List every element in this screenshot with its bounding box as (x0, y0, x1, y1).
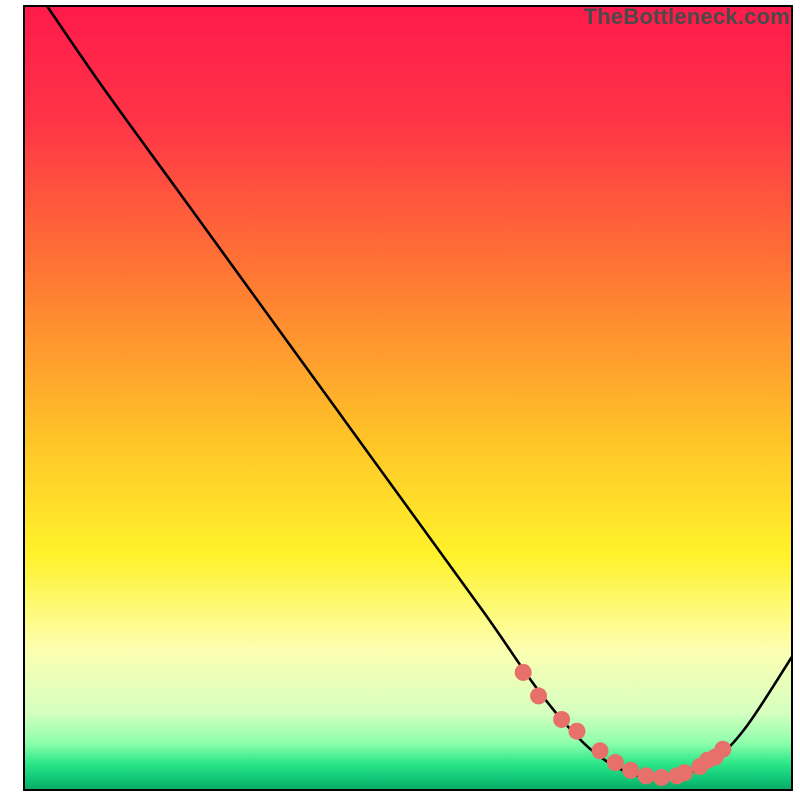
marker-dot (607, 754, 624, 771)
watermark-text: TheBottleneck.com (584, 4, 790, 30)
marker-dot (553, 711, 570, 728)
marker-dot (530, 687, 547, 704)
marker-dot (676, 764, 693, 781)
marker-dot (515, 664, 532, 681)
marker-dot (592, 742, 609, 759)
marker-dot (568, 723, 585, 740)
marker-dot (653, 769, 670, 786)
marker-dot (714, 741, 731, 758)
marker-dot (622, 762, 639, 779)
plot-background (24, 6, 792, 790)
marker-dot (638, 767, 655, 784)
bottleneck-chart: TheBottleneck.com (0, 0, 800, 800)
chart-svg (0, 0, 800, 800)
